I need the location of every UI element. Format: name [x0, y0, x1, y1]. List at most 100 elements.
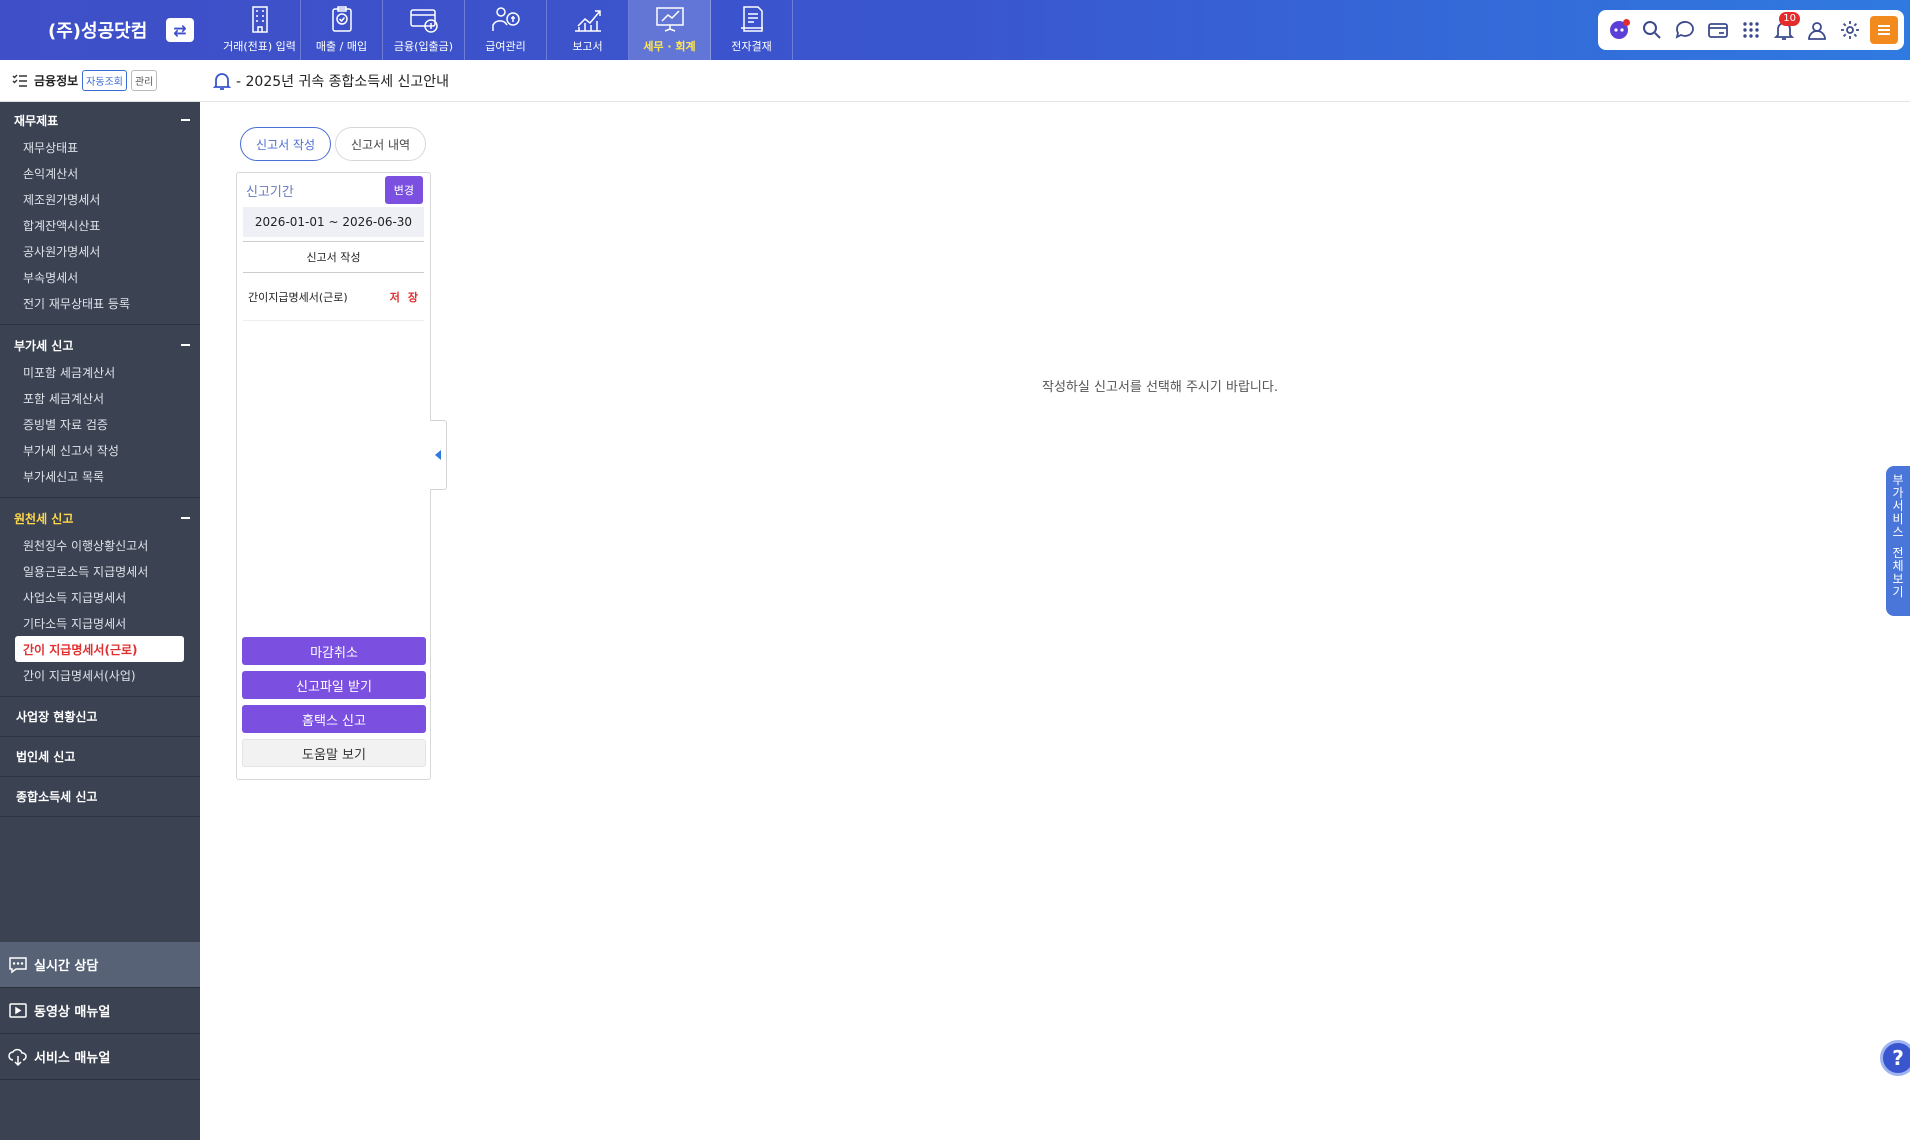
sidebar-item[interactable]: 사업소득 지급명세서: [0, 584, 200, 610]
report-form-row[interactable]: 간이지급명세서(근로) 저장: [243, 273, 424, 321]
nav-label: 금융(입출금): [393, 40, 454, 53]
sidebar-section-vat: 부가세 신고 미포함 세금계산서 포함 세금계산서 증빙별 자료 검증 부가세 …: [0, 331, 200, 498]
sidebar-item[interactable]: 일용근로소득 지급명세서: [0, 558, 200, 584]
nav-item-e-approval[interactable]: 전자결재: [711, 0, 793, 60]
cancel-close-button[interactable]: 마감취소: [242, 637, 426, 665]
nav-item-transaction-entry[interactable]: 거래(전표) 입력: [219, 0, 301, 60]
nav-item-payroll[interactable]: 급여관리: [465, 0, 547, 60]
page-title: - 2025년 귀속 종합소득세 신고안내: [236, 73, 450, 90]
sidebar-item[interactable]: 전기 재무상태표 등록: [0, 290, 200, 316]
sidebar-item-active[interactable]: 간이 지급명세서(근로): [15, 636, 184, 662]
chevron-left-icon: [435, 450, 441, 460]
sidebar-item[interactable]: 포함 세금계산서: [0, 385, 200, 411]
nav-item-report[interactable]: 보고서: [547, 0, 629, 60]
section-title-label: 부가세 신고: [14, 338, 74, 353]
gear-icon[interactable]: [1837, 17, 1863, 43]
company-name[interactable]: (주)성공닷컴: [48, 17, 147, 43]
sidebar-item[interactable]: 합계잔액시산표: [0, 212, 200, 238]
video-icon: [9, 1002, 27, 1018]
tab-write-report[interactable]: 신고서 작성: [240, 127, 332, 161]
period-value: 2026-01-01 ~ 2026-06-30: [243, 207, 424, 237]
nav-label: 보고서: [572, 40, 603, 53]
nav-label: 거래(전표) 입력: [223, 40, 296, 53]
cloud-download-icon: [8, 1048, 27, 1066]
sidebar-item[interactable]: 공사원가명세서: [0, 238, 200, 264]
tab-report-history[interactable]: 신고서 내역: [335, 127, 427, 161]
card-icon[interactable]: [1705, 17, 1731, 43]
apps-grid-icon[interactable]: [1738, 17, 1764, 43]
notification-badge: 10: [1779, 12, 1800, 26]
finance-info-header: 금융정보 자동조회 관리: [0, 60, 200, 102]
change-period-button[interactable]: 변경: [384, 176, 423, 204]
live-chat-button[interactable]: 실시간 상담: [0, 942, 200, 988]
nav-item-finance[interactable]: 금융(입출금): [383, 0, 465, 60]
bell-icon[interactable]: 10: [1771, 12, 1800, 43]
chart-up-icon: [574, 10, 601, 32]
nav-label: 세무 · 회계: [643, 40, 696, 53]
sidebar-item[interactable]: 제조원가명세서: [0, 186, 200, 212]
help-question-icon[interactable]: ?: [1880, 1040, 1910, 1076]
sidebar-item[interactable]: 부가세신고 목록: [0, 463, 200, 489]
help-button[interactable]: 도움말 보기: [242, 739, 426, 767]
finance-info-label: 금융정보: [34, 74, 79, 88]
card-money-icon: [409, 9, 438, 33]
building-icon: [251, 6, 268, 33]
collapse-minus-icon[interactable]: [181, 344, 190, 346]
sidebar-item[interactable]: 증빙별 자료 검증: [0, 411, 200, 437]
collapse-minus-icon[interactable]: [181, 119, 190, 121]
user-icon[interactable]: [1804, 17, 1830, 43]
sidebar-bottom-links: 실시간 상담 동영상 매뉴얼 서비스 매뉴얼: [0, 942, 200, 1080]
sidebar-section-withholding: 원천세 신고 원천징수 이행상황신고서 일용근로소득 지급명세서 사업소득 지급…: [0, 504, 200, 697]
sidebar-item[interactable]: 간이 지급명세서(사업): [0, 662, 200, 688]
sidebar-item[interactable]: 원천징수 이행상황신고서: [0, 532, 200, 558]
sidebar-item-income-tax[interactable]: 종합소득세 신고: [0, 777, 200, 817]
sidebar-item[interactable]: 미포함 세금계산서: [0, 359, 200, 385]
panel-collapse-handle[interactable]: [430, 420, 447, 490]
page-header: - 2025년 귀속 종합소득세 신고안내: [200, 60, 1910, 102]
new-dot: [1623, 19, 1630, 26]
bottom-item-label: 실시간 상담: [34, 959, 99, 974]
bottom-item-label: 동영상 매뉴얼: [34, 1005, 111, 1020]
section-title[interactable]: 부가세 신고: [0, 331, 200, 359]
swap-icon[interactable]: ⇄: [166, 18, 194, 42]
empty-state-message: 작성하실 신고서를 선택해 주시기 바랍니다.: [1042, 380, 1278, 395]
section-title[interactable]: 원천세 신고: [0, 504, 200, 532]
sidebar-item-business-report[interactable]: 사업장 현황신고: [0, 697, 200, 737]
report-panel: 신고기간 변경 2026-01-01 ~ 2026-06-30 신고서 작성 간…: [236, 172, 431, 780]
auto-query-button[interactable]: 자동조회: [82, 70, 127, 91]
hometax-report-button[interactable]: 홈택스 신고: [242, 705, 426, 733]
checklist-icon: [12, 74, 27, 87]
hamburger-menu-icon[interactable]: [1870, 16, 1898, 44]
brand-area: (주)성공닷컴 ⇄: [0, 0, 200, 60]
sidebar-item[interactable]: 부가세 신고서 작성: [0, 437, 200, 463]
sidebar: 금융정보 자동조회 관리 재무제표 재무상태표 손익계산서 제조원가명세서 합계…: [0, 60, 200, 1140]
sidebar-item[interactable]: 부속명세서: [0, 264, 200, 290]
nav-item-sales-purchase[interactable]: 매출 / 매입: [301, 0, 383, 60]
sidebar-item-corporate-tax[interactable]: 법인세 신고: [0, 737, 200, 777]
sidebar-item[interactable]: 손익계산서: [0, 160, 200, 186]
form-name: 간이지급명세서(근로): [248, 290, 348, 304]
section-title[interactable]: 재무제표: [0, 106, 200, 134]
download-report-file-button[interactable]: 신고파일 받기: [242, 671, 426, 699]
video-manual-button[interactable]: 동영상 매뉴얼: [0, 988, 200, 1034]
report-list-header: 신고서 작성: [243, 241, 424, 273]
side-tab-label-services: 부가서비스: [1892, 473, 1904, 539]
document-sign-icon: [740, 6, 763, 32]
presentation-chart-icon: [655, 7, 684, 32]
period-label: 신고기간: [246, 184, 294, 200]
manage-button[interactable]: 관리: [130, 70, 158, 91]
message-icon[interactable]: [1672, 17, 1698, 43]
chatbot-icon[interactable]: [1606, 17, 1632, 43]
sidebar-item[interactable]: 재무상태표: [0, 134, 200, 160]
payroll-icon: [491, 7, 520, 31]
search-icon[interactable]: [1639, 17, 1665, 43]
collapse-minus-icon[interactable]: [181, 517, 190, 519]
sidebar-item[interactable]: 기타소득 지급명세서: [0, 610, 200, 636]
utility-toolbar: 10: [1598, 10, 1904, 50]
extra-services-tab[interactable]: 부가서비스 전체보기: [1886, 466, 1910, 616]
section-title-label: 원천세 신고: [14, 511, 74, 526]
nav-label: 급여관리: [485, 40, 526, 53]
nav-item-tax-accounting[interactable]: 세무 · 회계: [629, 0, 711, 60]
service-manual-button[interactable]: 서비스 매뉴얼: [0, 1034, 200, 1080]
chat-icon: [9, 956, 27, 973]
